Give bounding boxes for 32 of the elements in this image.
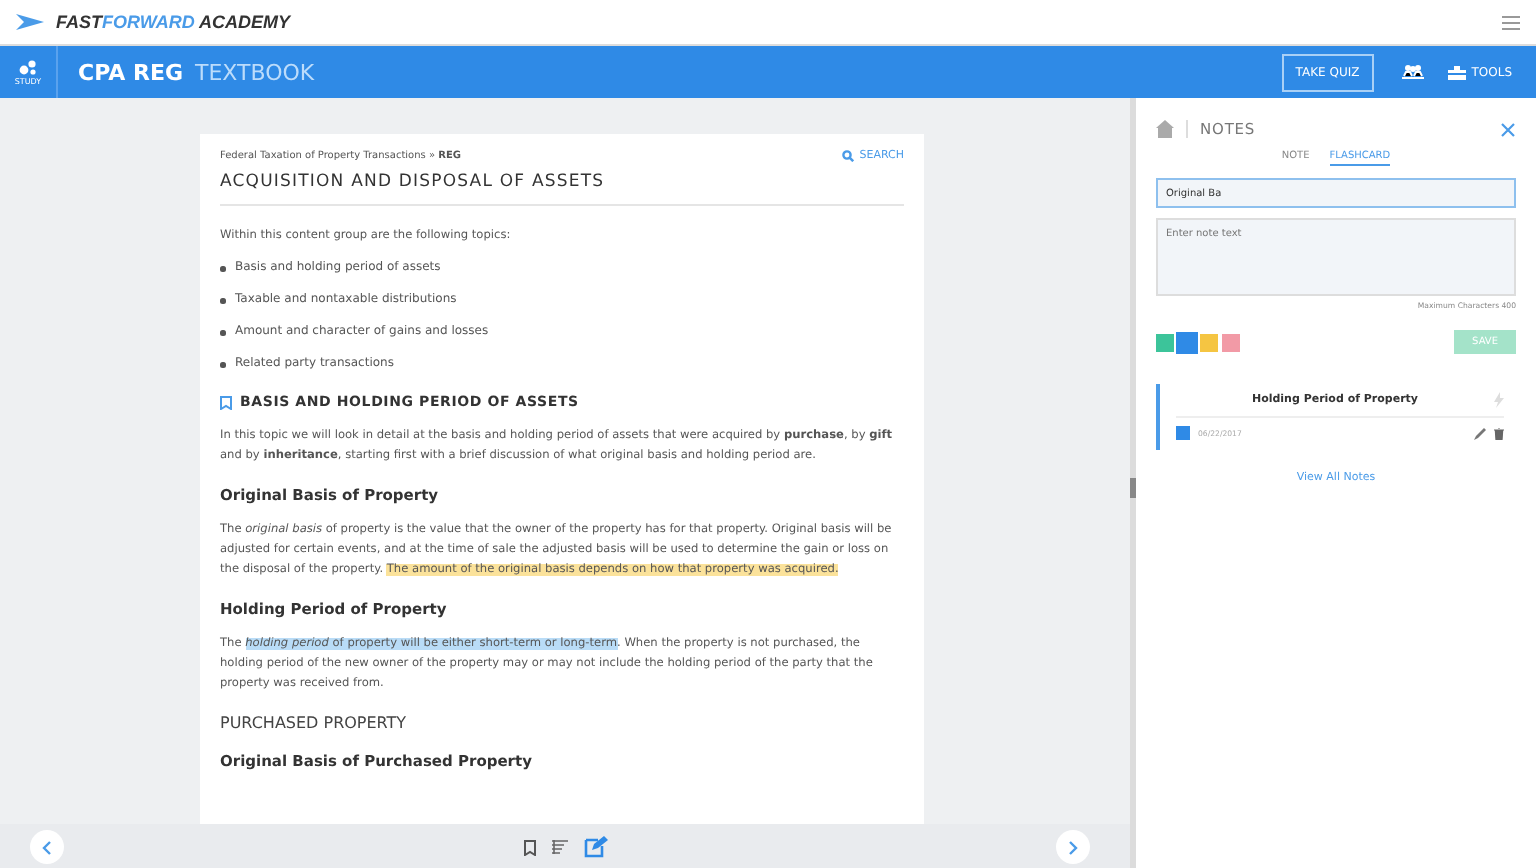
article-title: ACQUISITION AND DISPOSAL OF ASSETS: [220, 162, 904, 206]
people-icon[interactable]: [1401, 64, 1424, 80]
brand-name: FASTFORWARD ACADEMY: [56, 12, 291, 32]
color-swatch[interactable]: [1178, 333, 1196, 351]
lightning-icon: [1494, 392, 1504, 408]
edit-icon[interactable]: [1474, 427, 1486, 439]
chevron-left-icon[interactable]: [42, 839, 52, 855]
course-title: CPA REG: [78, 59, 183, 85]
color-swatch[interactable]: [1156, 333, 1174, 351]
bullet-dot: [220, 266, 225, 271]
bullet-dot: [220, 298, 225, 303]
next-button[interactable]: [1056, 830, 1090, 864]
resize-handle[interactable]: [1130, 478, 1136, 498]
color-swatch[interactable]: [1200, 333, 1218, 351]
toolbox-icon[interactable]: [1447, 65, 1466, 79]
list-icon[interactable]: [551, 840, 567, 854]
search-icon[interactable]: [841, 150, 854, 162]
trash-icon[interactable]: [1494, 427, 1504, 439]
section-label: TEXTBOOK: [194, 59, 315, 85]
bullet-dot: [220, 362, 225, 367]
bullet-dot: [220, 330, 225, 335]
chevron-right-icon[interactable]: [1068, 839, 1078, 855]
logo-icon: [16, 14, 44, 30]
menu-icon[interactable]: [1502, 15, 1520, 29]
previous-button[interactable]: [30, 830, 64, 864]
bookmark-icon[interactable]: [523, 839, 535, 855]
section-title: PURCHASED PROPERTY: [220, 714, 409, 732]
color-swatch[interactable]: [1222, 333, 1240, 351]
edit-icon[interactable]: [583, 836, 607, 858]
home-icon[interactable]: [1156, 120, 1174, 138]
bookmark-icon: [220, 395, 232, 409]
dots-icon[interactable]: [18, 59, 38, 75]
